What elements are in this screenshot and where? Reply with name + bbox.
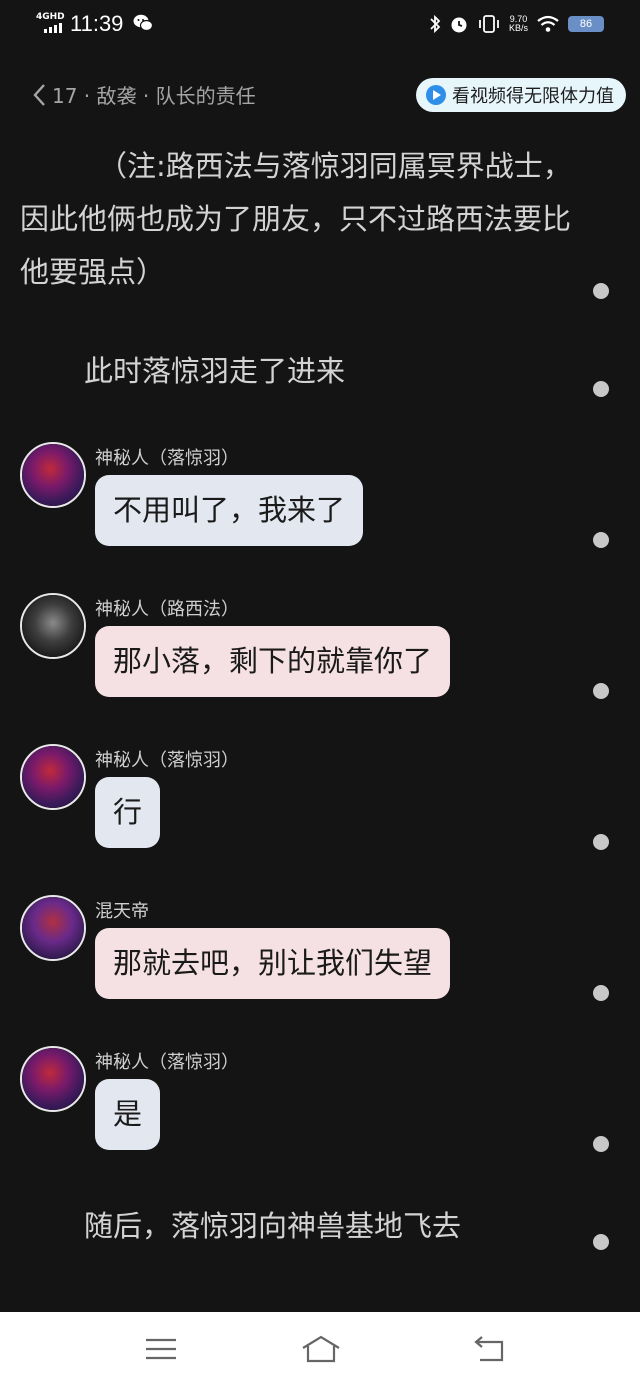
promo-label: 看视频得无限体力值 — [452, 86, 614, 107]
speaker-name: 神秘人（落惊羽） — [95, 1052, 239, 1073]
system-navigation-bar — [0, 1312, 640, 1387]
speaker-name: 神秘人（落惊羽） — [95, 448, 239, 469]
narration-note: （注:路西法与落惊羽同属冥界战士，因此他俩也成为了朋友，只不过路西法要比他要强点… — [20, 149, 572, 289]
signal-icon — [44, 23, 62, 33]
network-speed: 9.70 KB/s — [508, 14, 528, 33]
bluetooth-icon — [430, 14, 441, 34]
speaker-name: 混天帝 — [95, 901, 149, 922]
comment-dot[interactable] — [593, 1234, 609, 1250]
play-icon — [426, 85, 446, 105]
home-icon[interactable] — [300, 1334, 342, 1364]
reader-header: 17 · 敌袭 · 队长的责任 看视频得无限体力值 — [0, 76, 640, 116]
avatar[interactable] — [20, 593, 86, 659]
comment-dot[interactable] — [593, 532, 609, 548]
avatar[interactable] — [20, 895, 86, 961]
vibrate-icon — [479, 15, 499, 33]
comment-dot[interactable] — [593, 381, 609, 397]
back-chevron-icon — [33, 83, 45, 106]
avatar[interactable] — [20, 442, 86, 508]
back-button[interactable]: 17 · 敌袭 · 队长的责任 — [32, 80, 256, 109]
narration: 随后，落惊羽向神兽基地飞去 — [84, 1209, 462, 1243]
menu-icon[interactable] — [143, 1334, 179, 1364]
comment-dot[interactable] — [593, 834, 609, 850]
chat-bubble: 不用叫了，我来了 — [95, 475, 364, 546]
speaker-name: 神秘人（路西法） — [95, 599, 239, 620]
chat-bubble: 是 — [95, 1079, 161, 1150]
wechat-icon — [133, 14, 154, 36]
comment-dot[interactable] — [593, 683, 609, 699]
battery-indicator: 86 — [568, 16, 604, 32]
narration: 此时落惊羽走了进来 — [84, 354, 346, 388]
avatar[interactable] — [20, 744, 86, 810]
network-indicator: 4GHD — [36, 12, 65, 22]
back-icon[interactable] — [470, 1334, 506, 1364]
chat-bubble: 行 — [95, 777, 161, 848]
wifi-icon — [537, 15, 559, 32]
chat-bubble: 那小落，剩下的就靠你了 — [95, 626, 451, 697]
clock: 11:39 — [70, 11, 124, 36]
watch-video-promo-button[interactable]: 看视频得无限体力值 — [416, 78, 626, 112]
comment-dot[interactable] — [593, 985, 609, 1001]
chat-bubble: 那就去吧，别让我们失望 — [95, 928, 451, 999]
status-bar: 4GHD 11:39 9.70 KB/s 86 — [0, 0, 640, 50]
comment-dot[interactable] — [593, 1136, 609, 1152]
avatar[interactable] — [20, 1046, 86, 1112]
comment-dot[interactable] — [593, 283, 609, 299]
speaker-name: 神秘人（落惊羽） — [95, 750, 239, 771]
alarm-icon — [451, 17, 467, 33]
chapter-title: 17 · 敌袭 · 队长的责任 — [52, 84, 256, 108]
